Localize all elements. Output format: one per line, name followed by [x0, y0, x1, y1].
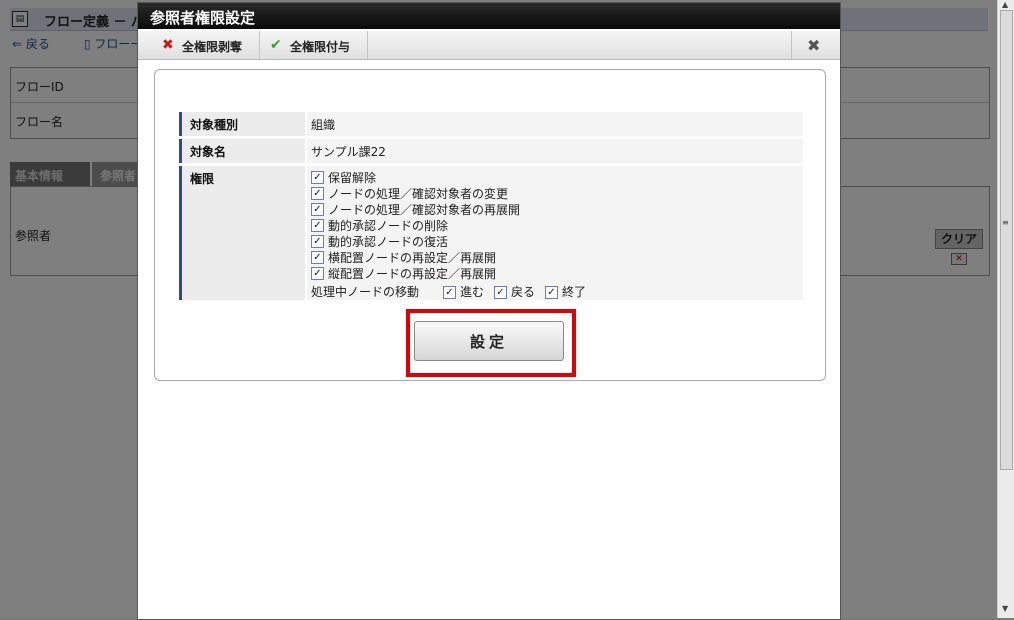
- revoke-all-button[interactable]: ✖ 全権限剥奪: [152, 31, 260, 59]
- target-type-label-text: 対象種別: [190, 118, 239, 132]
- set-button-label: 設定: [469, 333, 508, 351]
- move-end-label: 終了: [562, 285, 587, 299]
- checkbox-checked-icon[interactable]: ✓: [311, 267, 324, 280]
- checkbox-checked-icon[interactable]: ✓: [311, 219, 324, 232]
- move-back-option[interactable]: ✓ 戻る: [494, 283, 535, 300]
- green-check-icon: ✔: [270, 37, 282, 53]
- perm-horizontal-node-reset[interactable]: ✓ 横配置ノードの再設定／再展開: [311, 249, 496, 265]
- checkbox-checked-icon[interactable]: ✓: [311, 203, 324, 216]
- target-name-value: サンプル課22: [307, 139, 803, 163]
- target-type-row: 対象種別 組織: [179, 112, 803, 136]
- permission-values: ✓ 保留解除 ✓ ノードの処理／確認対象者の変更 ✓ ノードの処理／確認対象者の再展開…: [307, 166, 803, 300]
- red-x-icon: ✖: [162, 37, 174, 53]
- move-back-label: 戻る: [511, 285, 536, 299]
- checkbox-checked-icon[interactable]: ✓: [443, 286, 456, 299]
- target-name-label: 対象名: [179, 139, 305, 163]
- move-node-label: 処理中ノードの移動: [311, 285, 420, 299]
- scroll-thumb[interactable]: [1000, 10, 1013, 470]
- close-button[interactable]: ✖: [791, 31, 840, 59]
- viewer-permission-dialog: 参照者権限設定 ✖ 全権限剥奪 ✔ 全権限付与 ✖ 対象種別 組織 対象名 サン…: [137, 2, 841, 620]
- dialog-title: 参照者権限設定: [150, 9, 256, 27]
- checkbox-checked-icon[interactable]: ✓: [311, 251, 324, 264]
- checkbox-checked-icon[interactable]: ✓: [311, 235, 324, 248]
- perm-label: 横配置ノードの再設定／再展開: [328, 251, 497, 265]
- perm-redeploy-target[interactable]: ✓ ノードの処理／確認対象者の再展開: [311, 201, 520, 217]
- target-name-row: 対象名 サンプル課22: [179, 139, 803, 163]
- scroll-up-icon[interactable]: ▲: [1002, 0, 1008, 9]
- perm-label: ノードの処理／確認対象者の変更: [328, 187, 509, 201]
- page-scrollbar[interactable]: ▲ ≡ ▼: [997, 0, 1014, 618]
- grant-all-label: 全権限付与: [290, 40, 351, 54]
- grant-all-button[interactable]: ✔ 全権限付与: [260, 31, 368, 59]
- checkbox-checked-icon[interactable]: ✓: [494, 286, 507, 299]
- perm-label: ノードの処理／確認対象者の再展開: [328, 203, 521, 217]
- move-forward-label: 進む: [460, 285, 485, 299]
- dialog-title-bar: 参照者権限設定: [138, 3, 840, 29]
- target-type-value: 組織: [307, 112, 803, 136]
- target-type-label: 対象種別: [179, 112, 305, 136]
- target-name-label-text: 対象名: [190, 145, 227, 159]
- checkbox-checked-icon[interactable]: ✓: [545, 286, 558, 299]
- perm-label: 保留解除: [328, 171, 377, 185]
- checkbox-checked-icon[interactable]: ✓: [311, 171, 324, 184]
- perm-label: 縦配置ノードの再設定／再展開: [328, 267, 497, 281]
- perm-vertical-node-reset[interactable]: ✓ 縦配置ノードの再設定／再展開: [311, 265, 496, 281]
- permission-label: 権限: [179, 166, 305, 300]
- dialog-toolbar: ✖ 全権限剥奪 ✔ 全権限付与 ✖: [138, 31, 840, 60]
- perm-delete-dynamic-node[interactable]: ✓ 動的承認ノードの削除: [311, 217, 448, 233]
- set-button[interactable]: 設定: [414, 321, 564, 361]
- move-end-option[interactable]: ✓ 終了: [545, 283, 586, 300]
- perm-change-target[interactable]: ✓ ノードの処理／確認対象者の変更: [311, 185, 508, 201]
- scroll-down-icon[interactable]: ▼: [1002, 604, 1008, 613]
- perm-restore-dynamic-node[interactable]: ✓ 動的承認ノードの復活: [311, 233, 448, 249]
- target-name-value-text: サンプル課22: [311, 145, 386, 159]
- close-icon: ✖: [807, 36, 821, 55]
- permission-row: 権限 ✓ 保留解除 ✓ ノードの処理／確認対象者の変更 ✓ ノードの処理／確認対象者の…: [179, 166, 803, 300]
- scroll-grip-icon: ≡: [1002, 218, 1009, 227]
- perm-hold-release[interactable]: ✓ 保留解除: [311, 169, 376, 185]
- revoke-all-label: 全権限剥奪: [182, 40, 243, 54]
- target-type-value-text: 組織: [311, 118, 336, 132]
- move-forward-option[interactable]: ✓ 進む: [443, 283, 484, 300]
- checkbox-checked-icon[interactable]: ✓: [311, 187, 324, 200]
- perm-label: 動的承認ノードの復活: [328, 235, 449, 249]
- permission-label-text: 権限: [190, 172, 215, 186]
- perm-label: 動的承認ノードの削除: [328, 219, 449, 233]
